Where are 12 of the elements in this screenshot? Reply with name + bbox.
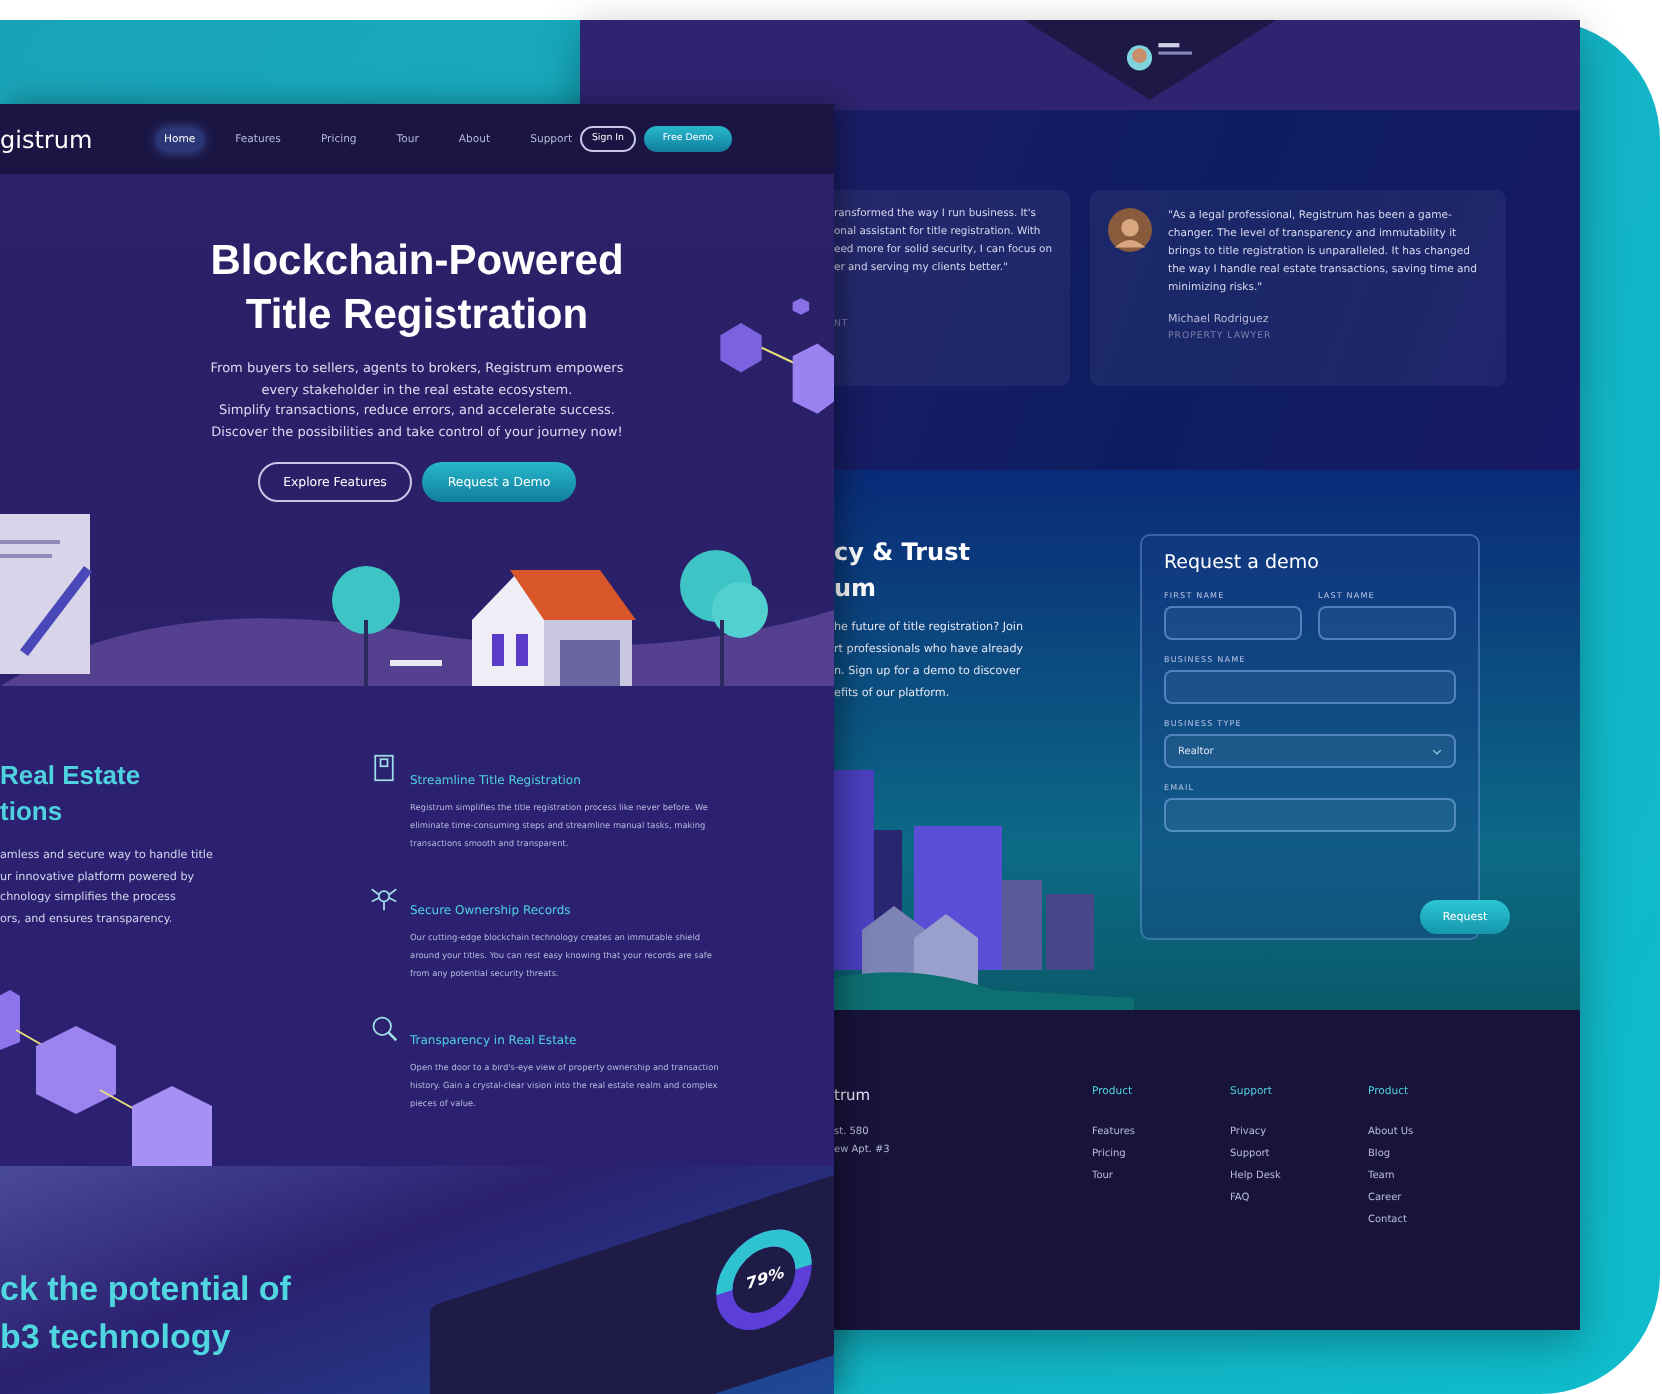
avatar-icon [1108, 208, 1152, 252]
logo-text: gistrum [0, 125, 95, 153]
form-title: Request a demo [1164, 552, 1321, 574]
search-icon [370, 1014, 398, 1042]
hero-title: Blockchain-Powered Title Registration [210, 236, 624, 342]
network-icon [370, 884, 398, 912]
document-icon [370, 754, 398, 782]
chevron-icon [1432, 747, 1442, 755]
section-heading: ck the potential of b3 technology [0, 1268, 293, 1360]
section-heading: cy & Trust um [834, 536, 972, 606]
section-heading: Real Estate tions [0, 758, 143, 830]
gauge-value: 79% [746, 1263, 785, 1294]
